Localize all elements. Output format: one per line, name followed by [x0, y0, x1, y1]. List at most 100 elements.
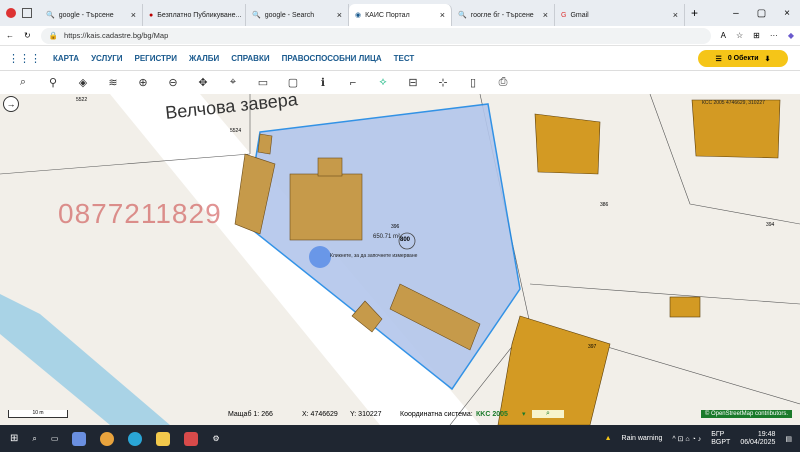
- search-icon[interactable]: ⌕: [32, 434, 36, 444]
- lang-indicator[interactable]: БГР BGPT: [711, 431, 730, 447]
- map-canvas[interactable]: → Велчова завера 0877211829 5522 5524 39…: [0, 94, 800, 425]
- layers-icon[interactable]: ◈: [74, 76, 92, 89]
- map-svg: [0, 94, 800, 425]
- select-rect-icon[interactable]: ▭: [254, 76, 272, 89]
- location-icon[interactable]: ⌖: [224, 76, 242, 89]
- tab-google-bg[interactable]: 🔍 гоогле бг - Търсене ×: [452, 4, 555, 26]
- search-icon[interactable]: ⌕: [14, 76, 32, 89]
- menu-complaints[interactable]: ЖАЛБИ: [189, 54, 219, 63]
- select-area-icon[interactable]: ▢: [284, 76, 302, 89]
- read-aloud-icon[interactable]: A: [721, 31, 726, 40]
- app-icon[interactable]: [184, 431, 199, 446]
- menu-registers[interactable]: РЕГИСТРИ: [135, 54, 178, 63]
- building-1[interactable]: [289, 173, 363, 241]
- maximize-icon[interactable]: ▢: [757, 8, 766, 19]
- windows-start-icon[interactable]: ⊞: [10, 433, 18, 444]
- parcel-label: 5522: [76, 97, 88, 103]
- parcel-label: 386: [600, 202, 609, 208]
- apps-grid-icon[interactable]: ⋮⋮⋮: [8, 52, 41, 65]
- tab-actions-icon[interactable]: [22, 8, 32, 18]
- route-icon[interactable]: ⚲: [44, 76, 62, 89]
- close-icon[interactable]: ×: [131, 10, 136, 20]
- parcel-label: 396: [391, 224, 400, 230]
- site-icon: ◉: [355, 12, 362, 19]
- back-icon[interactable]: ←: [6, 31, 14, 40]
- close-window-icon[interactable]: ×: [784, 8, 790, 19]
- gmail-icon: G: [561, 11, 567, 19]
- search-icon: 🔍: [252, 12, 261, 19]
- zoom-out-icon[interactable]: ⊖: [164, 76, 182, 89]
- building-9[interactable]: [669, 296, 701, 318]
- favorite-icon[interactable]: ☆: [736, 31, 743, 40]
- edge-icon[interactable]: [128, 431, 143, 446]
- menu-services[interactable]: УСЛУГИ: [91, 54, 122, 63]
- menu-licensed-persons[interactable]: ПРАВОСПОСОБНИ ЛИЦА: [282, 54, 382, 63]
- map-statusbar: 10 m Мащаб 1: 266 X: 4746629 Y: 310227 К…: [0, 407, 800, 421]
- info-icon[interactable]: ℹ: [314, 76, 332, 89]
- close-icon[interactable]: ×: [337, 10, 342, 20]
- tray-icons[interactable]: ^ ⊡ ⌂ ◔ ♪: [672, 435, 701, 443]
- zoom-in-icon[interactable]: ⊕: [134, 76, 152, 89]
- profile-area: [0, 8, 40, 18]
- minimize-icon[interactable]: –: [733, 8, 739, 19]
- tab-kais-portal[interactable]: ◉ КАИС Портал ×: [349, 4, 452, 26]
- layers-stack-icon[interactable]: ≋: [104, 76, 122, 89]
- map-icon[interactable]: ⊟: [404, 76, 422, 89]
- new-tab-icon[interactable]: +: [691, 6, 698, 20]
- weather-text[interactable]: Rain warning: [622, 435, 663, 442]
- app-icon[interactable]: [72, 431, 87, 446]
- y-coord: Y: 310227: [350, 410, 382, 418]
- coord-system-label: Координатна система:: [400, 410, 473, 418]
- settings-icon[interactable]: ⚙: [212, 434, 219, 443]
- file-explorer-icon[interactable]: [156, 431, 171, 446]
- close-icon[interactable]: ×: [673, 10, 678, 20]
- tab-free-publish[interactable]: ●Безплатно Публикуване...×: [143, 4, 246, 26]
- browser-tabbar: 🔍 google - Търсене × ● Безплатно Публикуван…: [0, 0, 800, 26]
- scale-text: Мащаб 1: 266: [228, 410, 273, 418]
- coord-system-select[interactable]: КKC 2005: [476, 411, 508, 418]
- url-field[interactable]: 🔒 https://kais.cadastre.bg/bg/Map: [40, 27, 711, 44]
- collections-icon[interactable]: ⊞: [753, 31, 760, 40]
- measure-line-icon[interactable]: ⌐: [344, 77, 362, 89]
- chevron-down-icon[interactable]: ▾: [522, 410, 526, 418]
- task-view-icon[interactable]: ▭: [51, 434, 59, 443]
- refresh-icon[interactable]: ↻: [24, 31, 31, 40]
- building-7[interactable]: [534, 113, 601, 175]
- download-icon: ⬇: [764, 55, 771, 63]
- measure-cursor: [309, 246, 331, 268]
- location-marker-icon[interactable]: →: [3, 96, 19, 112]
- neighbor-buildings: [497, 99, 781, 425]
- tab-gmail[interactable]: G Gmail ×: [555, 4, 685, 26]
- tab-google-search[interactable]: 🔍 google - Search ×: [246, 4, 349, 26]
- close-icon[interactable]: ×: [440, 10, 445, 20]
- chrome-icon[interactable]: [100, 431, 115, 446]
- measure-area-icon[interactable]: ⟡: [374, 76, 392, 89]
- objects-button[interactable]: ☰ 0 Обекти ⬇: [698, 50, 788, 67]
- search-icon: 🔍: [458, 12, 467, 19]
- clock[interactable]: 19:48 06/04/2025: [740, 431, 775, 447]
- document-icon[interactable]: ▯: [464, 76, 482, 89]
- site-icon: ●: [149, 11, 154, 19]
- attribution[interactable]: © OpenStreetMap contributors.: [700, 410, 792, 418]
- building-2[interactable]: [317, 157, 343, 177]
- close-icon[interactable]: ×: [543, 10, 548, 20]
- system-tray: ▲ Rain warning ^ ⊡ ⌂ ◔ ♪ БГР BGPT 19:48 …: [605, 431, 800, 447]
- building-8[interactable]: [691, 99, 781, 159]
- profile-icon[interactable]: [6, 8, 16, 18]
- more-icon[interactable]: ···: [770, 31, 778, 40]
- pan-icon[interactable]: ✥: [194, 76, 212, 89]
- print-icon[interactable]: ⎙: [494, 76, 512, 89]
- menu-references[interactable]: СПРАВКИ: [231, 54, 269, 63]
- app-menubar: ⋮⋮⋮ КАРТА УСЛУГИ РЕГИСТРИ ЖАЛБИ СПРАВКИ …: [0, 46, 800, 71]
- menu-test[interactable]: ТЕСТ: [394, 54, 415, 63]
- search-icon[interactable]: ⌕: [532, 410, 564, 418]
- building-4[interactable]: [257, 133, 273, 155]
- copilot-icon[interactable]: ◆: [788, 31, 794, 40]
- tab-google-search-bg[interactable]: 🔍 google - Търсене ×: [40, 4, 143, 26]
- crosshair-icon[interactable]: ⊹: [434, 76, 452, 89]
- measure-hint: Кликнете, за да започнете измерване: [330, 253, 418, 259]
- menu-map[interactable]: КАРТА: [53, 54, 79, 63]
- parcel-label: 397: [588, 344, 597, 350]
- notification-icon[interactable]: ▤: [785, 435, 792, 443]
- warning-icon: ▲: [604, 435, 612, 442]
